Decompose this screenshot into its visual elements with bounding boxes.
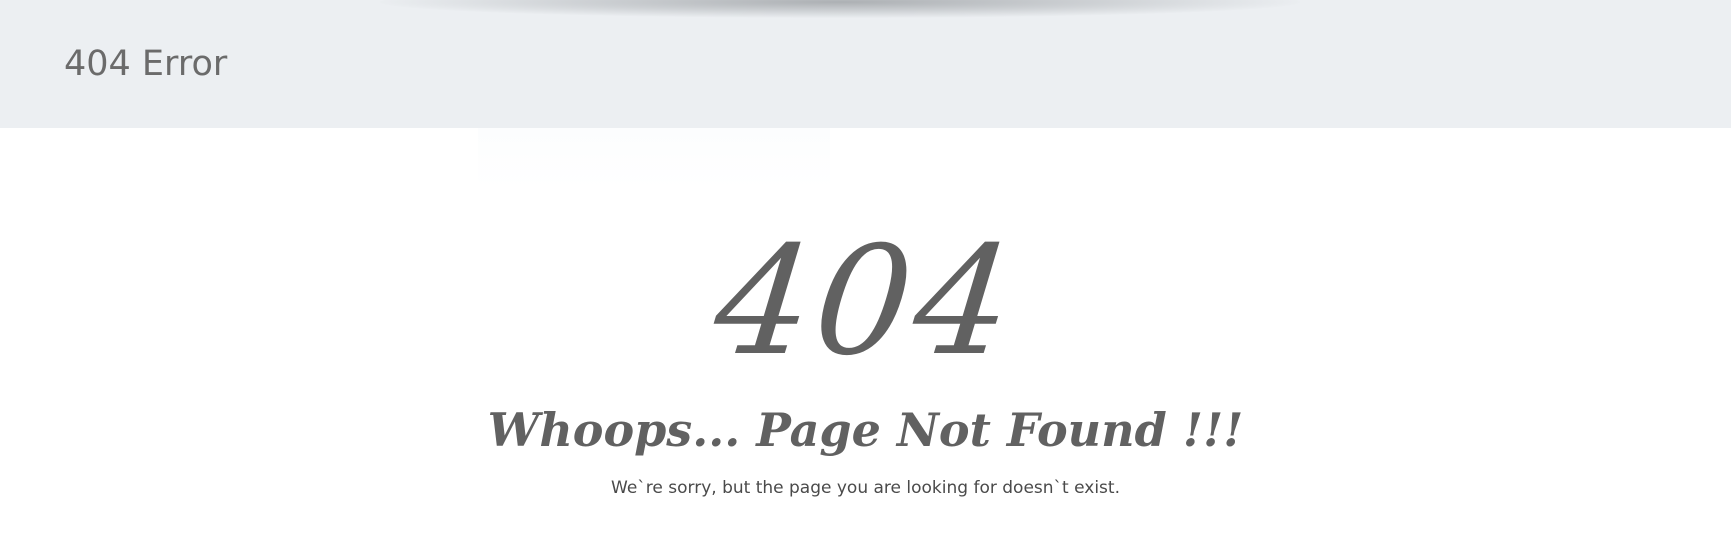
- error-message: We`re sorry, but the page you are lookin…: [611, 478, 1120, 498]
- page-header: 404 Error: [0, 0, 1731, 128]
- page-title: 404 Error: [64, 44, 228, 84]
- page: 404 Error 404 Whoops... Page Not Found !…: [0, 0, 1731, 538]
- background-decoration: [478, 128, 830, 190]
- header-shadow-decoration: [380, 0, 1300, 18]
- error-code: 404: [707, 215, 1024, 389]
- error-heading: Whoops... Page Not Found !!!: [487, 403, 1244, 457]
